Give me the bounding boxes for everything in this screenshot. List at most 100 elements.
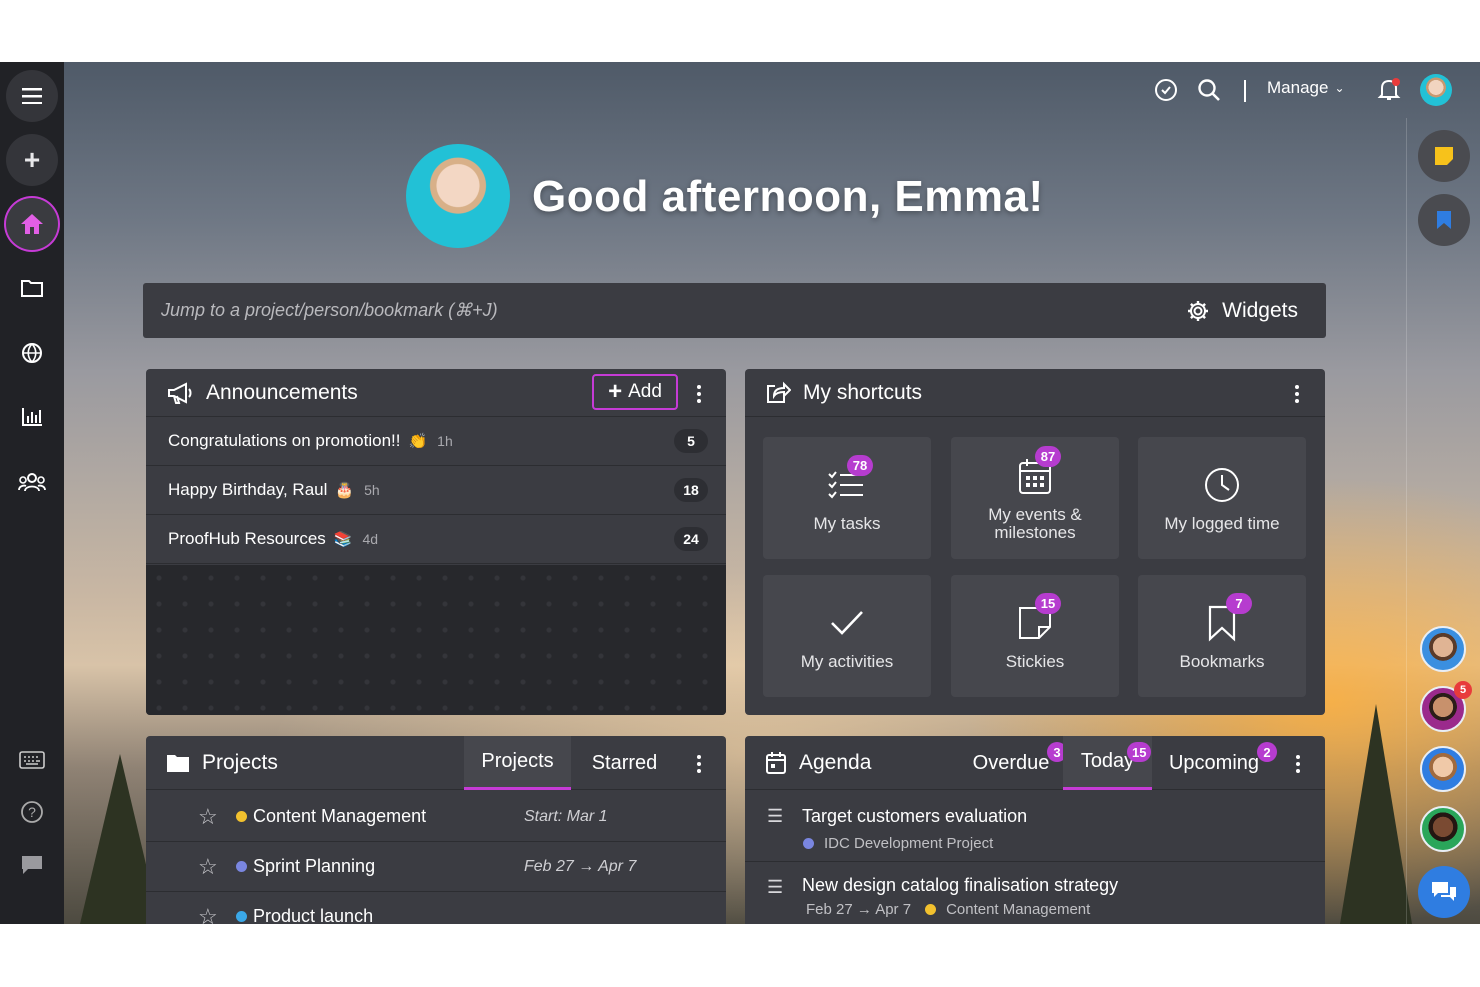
stickies-count-badge: 15 (1035, 593, 1061, 614)
comment-count-badge: 18 (674, 478, 708, 502)
events-count-badge: 87 (1035, 446, 1061, 467)
sticky-note-icon (1435, 147, 1453, 165)
menu-button[interactable] (6, 70, 58, 122)
projects-more-button[interactable] (696, 755, 702, 773)
project-name: Content Management (253, 806, 427, 826)
announcements-title: Announcements (206, 380, 358, 404)
announcements-more-button[interactable] (696, 385, 702, 403)
svg-text:?: ? (28, 804, 36, 820)
widgets-button[interactable]: Widgets (1186, 299, 1298, 323)
help-icon: ? (21, 801, 43, 823)
reports-nav-item[interactable] (16, 401, 48, 433)
shortcut-bookmarks[interactable]: 7 Bookmarks (1138, 575, 1306, 697)
shortcut-my-tasks[interactable]: 78 My tasks (763, 437, 931, 559)
shortcut-logged-time[interactable]: My logged time (1138, 437, 1306, 559)
timer-button[interactable] (1152, 76, 1180, 104)
project-row[interactable]: ☆ Content Management Start: Mar 1 (146, 792, 726, 842)
team-member-avatar[interactable] (1420, 746, 1466, 792)
shortcuts-more-button[interactable] (1294, 385, 1300, 403)
shortcut-stickies[interactable]: 15 Stickies (951, 575, 1119, 697)
announcement-text: ProofHub Resources (168, 529, 326, 548)
shortcut-label: My activities (800, 652, 894, 671)
plus-icon: + (23, 144, 41, 175)
user-avatar[interactable] (1420, 74, 1452, 106)
announcement-row[interactable]: ProofHub Resources 📚 4d 24 (146, 515, 726, 564)
agenda-item-project: Content Management (946, 901, 1091, 918)
search-icon (1198, 79, 1220, 101)
agenda-title: Agenda (799, 750, 872, 774)
help-button[interactable]: ? (16, 796, 48, 828)
notifications-button[interactable] (1375, 76, 1403, 104)
widgets-label: Widgets (1222, 298, 1298, 322)
announcement-row[interactable]: Congratulations on promotion!! 👏 1h 5 (146, 417, 726, 466)
agenda-header: Agenda Overdue 3 Today 15 Upcoming 2 (745, 736, 1325, 790)
tab-projects[interactable]: Projects (464, 736, 571, 790)
announcement-row[interactable]: Happy Birthday, Raul 🎂 5h 18 (146, 466, 726, 515)
team-member-avatar[interactable] (1420, 626, 1466, 672)
people-nav-item[interactable] (16, 466, 48, 498)
project-color-dot (925, 904, 937, 915)
task-list-icon: ☰ (767, 877, 784, 897)
quick-add-button[interactable]: + (6, 134, 58, 186)
hamburger-icon (22, 88, 42, 104)
tab-upcoming[interactable]: Upcoming 2 (1155, 736, 1277, 790)
project-row[interactable]: ☆ Sprint Planning Feb 27 → Apr 7 (146, 842, 726, 892)
jump-search-bar[interactable]: Jump to a project/person/bookmark (⌘+J) … (143, 283, 1326, 338)
agenda-more-button[interactable] (1295, 755, 1301, 773)
projects-nav-item[interactable] (16, 272, 48, 304)
star-icon[interactable]: ☆ (198, 804, 218, 830)
feedback-button[interactable] (16, 849, 48, 881)
keyboard-shortcuts-button[interactable] (16, 744, 48, 776)
tab-label: Upcoming (1168, 751, 1260, 774)
project-color-dot (803, 838, 814, 849)
tab-starred[interactable]: Starred (572, 736, 677, 790)
task-list-icon: ☰ (767, 806, 784, 826)
search-button[interactable] (1195, 76, 1223, 104)
project-color-dot (236, 811, 247, 822)
timer-icon (1155, 79, 1177, 101)
projects-title: Projects (202, 750, 278, 774)
agenda-item-title: New design catalog finalisation strategy (802, 875, 1119, 895)
check-icon (825, 601, 869, 645)
shortcuts-card: My shortcuts 78 My tasks 87 My events & … (745, 369, 1325, 715)
announcements-header: Announcements + Add (146, 369, 726, 417)
stickies-rail-button[interactable] (1418, 130, 1470, 182)
books-emoji-icon: 📚 (333, 531, 353, 548)
tab-overdue[interactable]: Overdue 3 (963, 736, 1067, 790)
agenda-item[interactable]: ☰ New design catalog finalisation strate… (745, 863, 1325, 924)
chat-button[interactable] (1418, 866, 1470, 918)
manage-dropdown[interactable]: Manage ⌄ (1267, 78, 1345, 98)
project-dates: Start: Mar 1 (524, 807, 608, 825)
profile-avatar (406, 144, 510, 248)
star-icon[interactable]: ☆ (198, 904, 218, 925)
bookmarks-rail-button[interactable] (1418, 194, 1470, 246)
shortcut-my-activities[interactable]: My activities (763, 575, 931, 697)
agenda-item-title: Target customers evaluation (802, 806, 1028, 826)
agenda-item-project: IDC Development Project (824, 835, 994, 852)
announcements-card: Announcements + Add Congratulations on p… (146, 369, 726, 715)
announcements-pattern-background (146, 565, 726, 715)
team-member-avatar[interactable] (1420, 806, 1466, 852)
gear-icon (1188, 300, 1209, 321)
everything-nav-item[interactable] (16, 337, 48, 369)
announcement-time: 4d (362, 531, 379, 547)
announcement-text: Congratulations on promotion!! (168, 431, 401, 450)
home-button[interactable] (6, 198, 58, 250)
globe-icon (22, 343, 42, 363)
calendar-icon: 87 (1013, 446, 1061, 498)
tab-label: Starred (591, 751, 658, 774)
shortcut-events-milestones[interactable]: 87 My events & milestones (951, 437, 1119, 559)
tab-today[interactable]: Today 15 (1063, 736, 1152, 790)
chat-bubble-icon (22, 856, 42, 874)
project-row[interactable]: ☆ Product launch (146, 892, 726, 925)
add-announcement-button[interactable]: + Add (592, 374, 678, 410)
greeting-title: Good afternoon, Emma! (532, 172, 1044, 221)
shortcut-label: My tasks (813, 514, 881, 533)
clock-icon (1200, 463, 1244, 507)
agenda-item[interactable]: ☰ Target customers evaluation IDC Develo… (745, 792, 1325, 862)
agenda-item-dates: Feb 27 → Apr 7 (806, 901, 912, 918)
plus-icon: + (608, 378, 623, 405)
today-count-badge: 15 (1127, 742, 1152, 762)
projects-card: Projects Projects Starred ☆ Content Mana… (146, 736, 726, 924)
star-icon[interactable]: ☆ (198, 854, 218, 880)
